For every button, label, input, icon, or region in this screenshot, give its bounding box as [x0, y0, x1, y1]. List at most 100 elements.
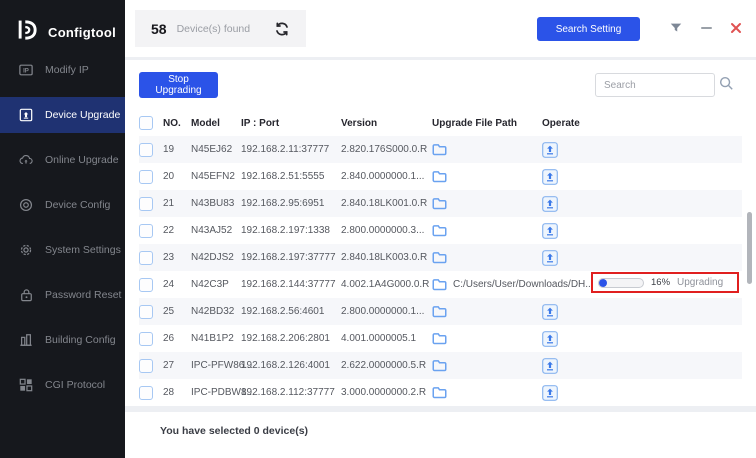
row-version: 2.800.0000000.1... [341, 306, 432, 317]
stop-upgrading-button[interactable]: Stop Upgrading [139, 72, 218, 98]
target-icon [19, 198, 33, 212]
row-ip-port: 192.168.2.197:37777 [241, 252, 341, 263]
row-version: 2.840.18LK001.0.R [341, 198, 432, 209]
upgrade-button[interactable] [542, 196, 558, 212]
row-ip-port: 192.168.2.126:4001 [241, 360, 341, 371]
row-ip-port: 192.168.2.112:37777 [241, 387, 341, 398]
close-icon[interactable] [730, 22, 742, 34]
lock-icon [19, 288, 33, 302]
table-scrollbar-thumb[interactable] [747, 212, 752, 284]
row-ip-port: 192.168.2.206:2801 [241, 333, 341, 344]
browse-folder-icon[interactable] [432, 197, 447, 210]
ip-icon: IP [19, 63, 33, 77]
row-checkbox[interactable] [139, 386, 153, 400]
search-setting-button[interactable]: Search Setting [537, 17, 640, 41]
row-checkbox[interactable] [139, 197, 153, 211]
sidebar-item-building-config[interactable]: Building Config [0, 322, 125, 358]
browse-folder-icon[interactable] [432, 251, 447, 264]
browse-folder-icon[interactable] [432, 170, 447, 183]
device-count: 58 [151, 21, 167, 37]
sidebar-item-label: Modify IP [45, 64, 89, 76]
table-row: 19 N45EJ62 192.168.2.11:37777 2.820.176S… [139, 136, 742, 163]
upgrade-button[interactable] [542, 250, 558, 266]
upgrade-button[interactable] [542, 304, 558, 320]
sidebar-item-modify-ip[interactable]: IP Modify IP [0, 52, 125, 88]
sidebar-item-cgi-protocol[interactable]: CGI Protocol [0, 367, 125, 403]
device-count-label: Device(s) found [177, 23, 251, 35]
browse-folder-icon[interactable] [432, 359, 447, 372]
sidebar-item-device-upgrade[interactable]: Device Upgrade [0, 97, 125, 133]
browse-folder-icon[interactable] [432, 332, 447, 345]
sidebar-item-label: System Settings [45, 244, 121, 256]
row-checkbox[interactable] [139, 359, 153, 373]
row-no: 19 [161, 144, 191, 155]
row-no: 28 [161, 387, 191, 398]
header-upgrade-file-path: Upgrade File Path [432, 118, 537, 129]
upgrade-button[interactable] [542, 223, 558, 239]
progress-fill [599, 279, 607, 287]
gear-icon [19, 243, 33, 257]
row-checkbox[interactable] [139, 332, 153, 346]
upgrade-button[interactable] [542, 142, 558, 158]
row-model: N42C3P [191, 279, 241, 290]
device-table-panel: Stop Upgrading NO. Model IP : Port Versi… [125, 60, 756, 406]
row-model: IPC-PFW86... [191, 360, 241, 371]
grid-icon [19, 378, 33, 392]
row-no: 25 [161, 306, 191, 317]
minimize-icon[interactable] [700, 21, 713, 34]
row-version: 2.800.0000000.3... [341, 225, 432, 236]
sidebar-item-label: Password Reset [45, 289, 121, 301]
table-body: 19 N45EJ62 192.168.2.11:37777 2.820.176S… [139, 136, 742, 406]
app-logo: Configtool [0, 0, 125, 50]
row-checkbox[interactable] [139, 305, 153, 319]
table-row: 28 IPC-PDBW8... 192.168.2.112:37777 3.00… [139, 379, 742, 406]
header-operate: Operate [537, 118, 742, 129]
row-ip-port: 192.168.2.11:37777 [241, 144, 341, 155]
sidebar-item-label: CGI Protocol [45, 379, 105, 391]
header-ip-port: IP : Port [241, 118, 341, 129]
row-model: N42DJS2 [191, 252, 241, 263]
device-table: NO. Model IP : Port Version Upgrade File… [139, 110, 742, 406]
upgrade-button[interactable] [542, 169, 558, 185]
table-row: 21 N43BU83 192.168.2.95:6951 2.840.18LK0… [139, 190, 742, 217]
row-checkbox[interactable] [139, 143, 153, 157]
select-all-checkbox[interactable] [139, 116, 153, 130]
refresh-icon[interactable] [274, 21, 290, 37]
row-checkbox[interactable] [139, 278, 153, 292]
row-model: N41B1P2 [191, 333, 241, 344]
search-input[interactable] [595, 73, 715, 97]
sidebar-item-label: Building Config [45, 334, 116, 346]
upgrade-button[interactable] [542, 331, 558, 347]
cloud-upload-icon [19, 153, 33, 167]
row-no: 21 [161, 198, 191, 209]
row-checkbox[interactable] [139, 170, 153, 184]
row-no: 24 [161, 279, 191, 290]
filter-dropdown-icon[interactable] [669, 21, 683, 34]
table-row: 22 N43AJ52 192.168.2.197:1338 2.800.0000… [139, 217, 742, 244]
row-no: 23 [161, 252, 191, 263]
browse-folder-icon[interactable] [432, 278, 447, 291]
search-icon[interactable] [718, 75, 734, 96]
svg-text:IP: IP [23, 68, 29, 75]
browse-folder-icon[interactable] [432, 224, 447, 237]
sidebar-item-password-reset[interactable]: Password Reset [0, 277, 125, 313]
row-model: N42BD32 [191, 306, 241, 317]
browse-folder-icon[interactable] [432, 305, 447, 318]
row-ip-port: 192.168.2.56:4601 [241, 306, 341, 317]
row-ip-port: 192.168.2.51:5555 [241, 171, 341, 182]
row-checkbox[interactable] [139, 224, 153, 238]
table-toolbar: Stop Upgrading [125, 60, 756, 110]
row-checkbox[interactable] [139, 251, 153, 265]
sidebar-item-device-config[interactable]: Device Config [0, 187, 125, 223]
sidebar-item-label: Device Config [45, 199, 110, 211]
table-row: 20 N45EFN2 192.168.2.51:5555 2.840.00000… [139, 163, 742, 190]
browse-folder-icon[interactable] [432, 143, 447, 156]
row-version: 2.840.0000000.1... [341, 171, 432, 182]
browse-folder-icon[interactable] [432, 386, 447, 399]
sidebar-item-online-upgrade[interactable]: Online Upgrade [0, 142, 125, 178]
upgrade-button[interactable] [542, 358, 558, 374]
upgrade-button[interactable] [542, 385, 558, 401]
search-box [595, 73, 734, 97]
building-icon [19, 333, 33, 347]
sidebar-item-system-settings[interactable]: System Settings [0, 232, 125, 268]
